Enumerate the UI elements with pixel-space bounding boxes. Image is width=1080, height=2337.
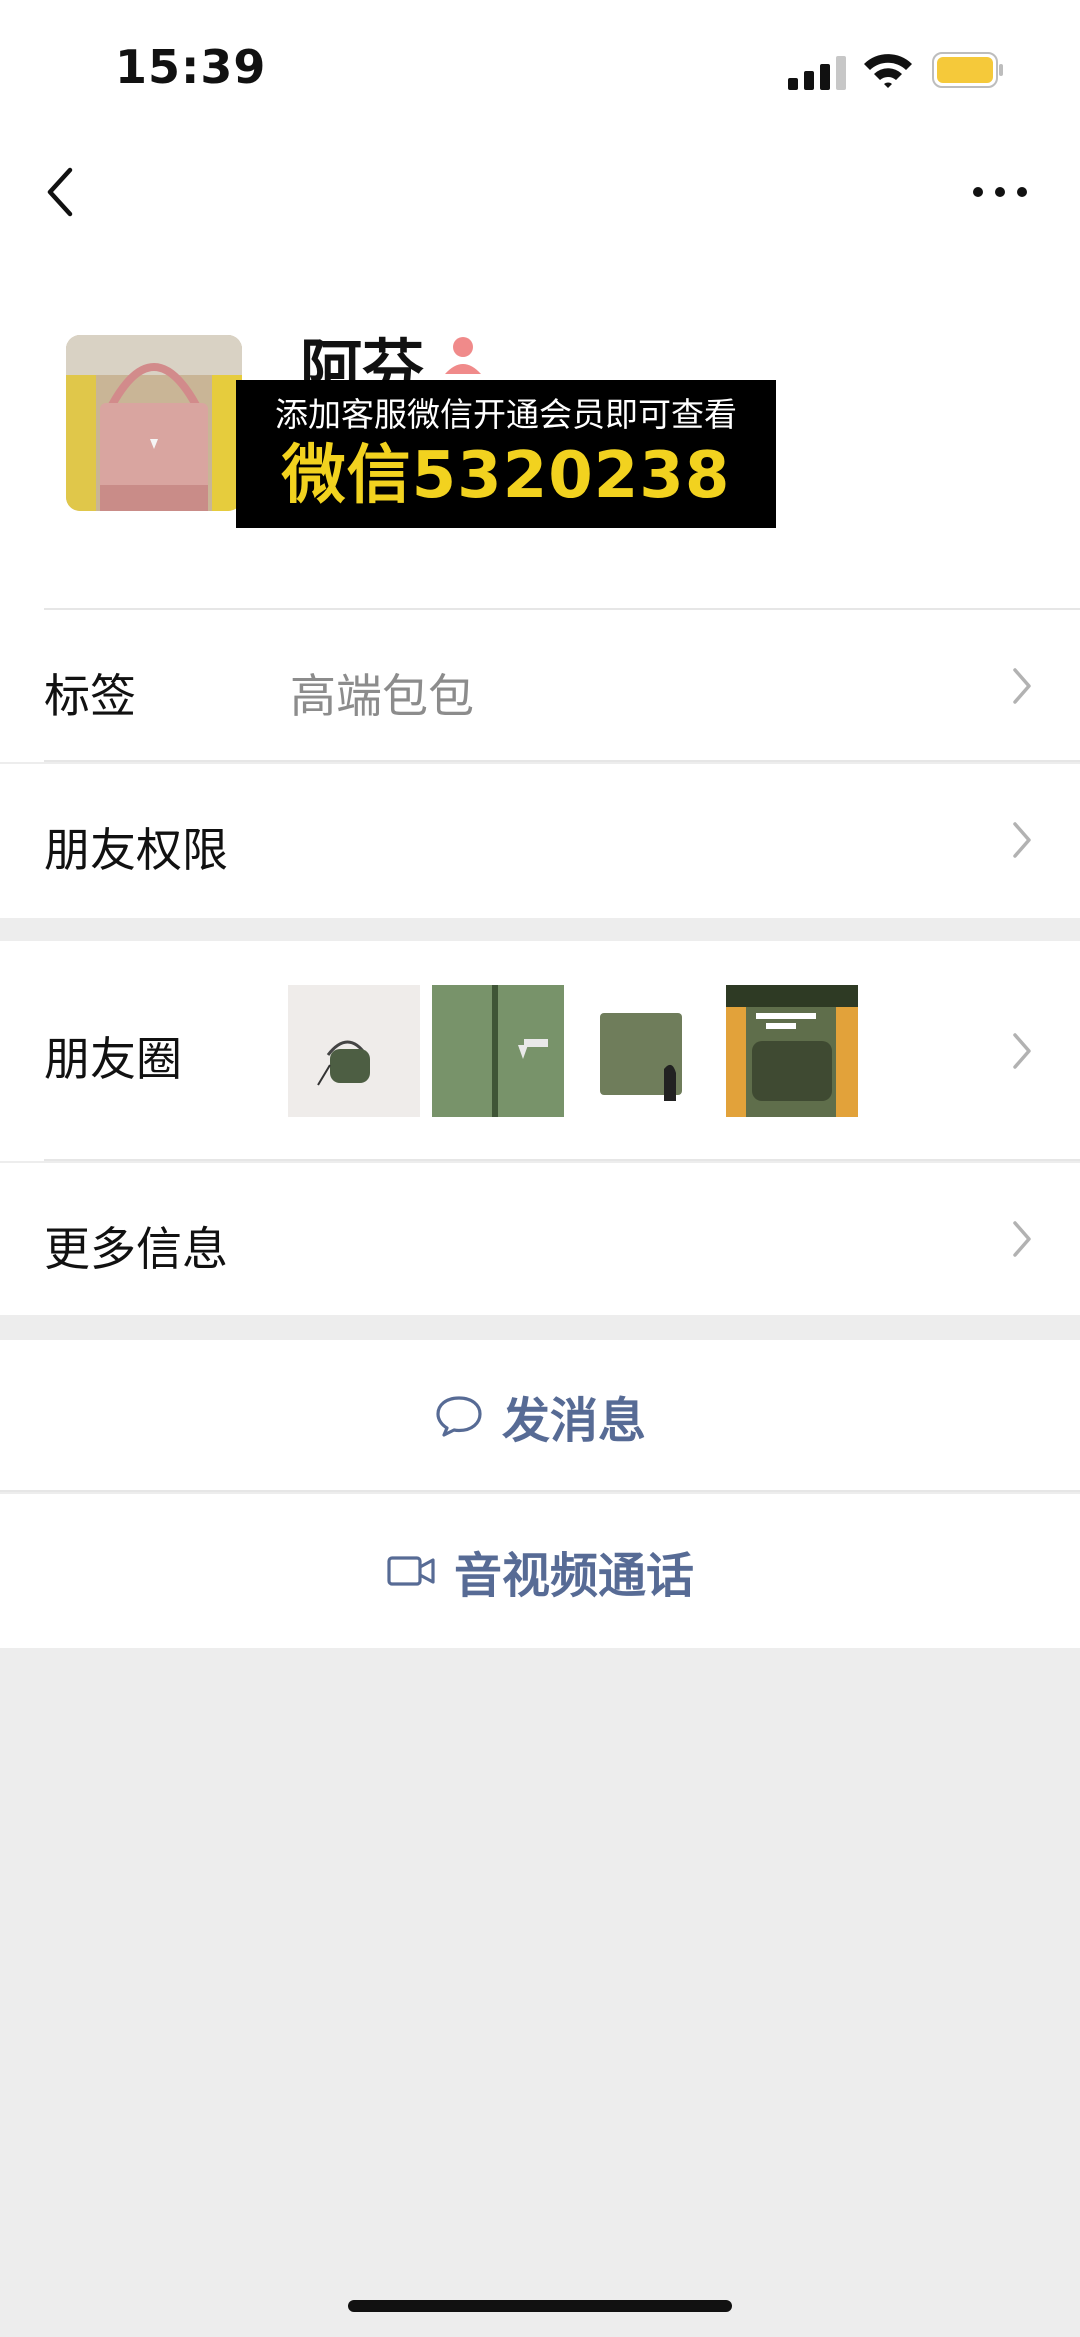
send-message-button[interactable]: 发消息 [0, 1340, 1080, 1492]
friend-permissions-label: 朋友权限 [44, 823, 228, 877]
moments-thumbnail [580, 985, 712, 1117]
moments-thumbnail [726, 985, 858, 1117]
moments-thumbnail [432, 985, 564, 1117]
avatar[interactable] [66, 335, 242, 511]
video-call-label: 音视频通话 [453, 1548, 694, 1604]
promo-text-line1: 添加客服微信开通会员即可查看 [275, 395, 737, 434]
moments-label: 朋友圈 [44, 1032, 182, 1086]
send-message-label: 发消息 [501, 1393, 646, 1449]
more-info-row[interactable]: 更多信息 [0, 1163, 1080, 1315]
video-camera-icon [387, 1556, 435, 1586]
chevron-right-icon [1013, 668, 1031, 704]
tags-value: 高端包包 [290, 669, 474, 723]
tags-label: 标签 [44, 669, 136, 723]
promo-text-line2: 微信5320238 [281, 439, 731, 513]
promo-banner: 添加客服微信开通会员即可查看 微信5320238 [236, 380, 776, 528]
status-time: 15:39 [115, 40, 267, 94]
more-info-label: 更多信息 [44, 1222, 228, 1276]
chat-bubble-icon [436, 1396, 482, 1437]
chevron-right-icon [1013, 1033, 1031, 1069]
friend-permissions-row[interactable]: 朋友权限 [0, 764, 1080, 918]
battery-icon [932, 52, 1003, 88]
back-button[interactable] [38, 160, 88, 224]
wifi-icon [864, 54, 912, 88]
chevron-right-icon [1013, 822, 1031, 858]
moments-thumbnail [288, 985, 420, 1117]
home-indicator [348, 2300, 732, 2312]
divider [0, 1490, 1080, 1492]
chevron-right-icon [1013, 1221, 1031, 1257]
divider [44, 1159, 1080, 1161]
cellular-signal-icon [788, 56, 846, 90]
more-button[interactable] [970, 172, 1030, 212]
video-call-button[interactable]: 音视频通话 [0, 1494, 1080, 1648]
nav-bar [0, 130, 1080, 250]
divider [44, 760, 1080, 762]
female-user-icon [445, 337, 481, 374]
moments-row[interactable]: 朋友圈 [0, 941, 1080, 1161]
tags-row[interactable]: 标签 高端包包 [0, 610, 1080, 762]
